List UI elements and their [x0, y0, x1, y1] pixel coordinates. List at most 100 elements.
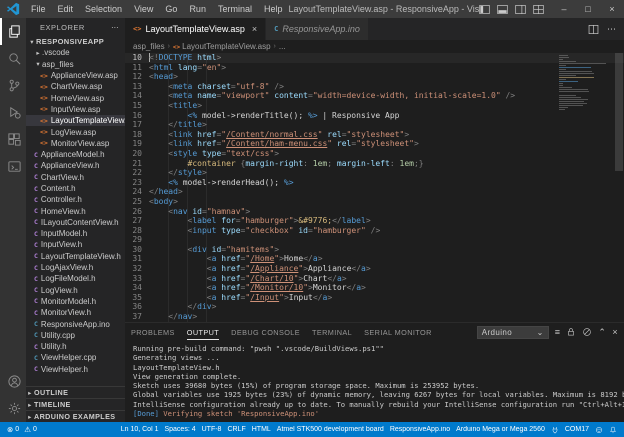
tree-item-Utility.h[interactable]: C Utility.h [26, 341, 125, 352]
status-item[interactable]: COM17 [565, 426, 589, 433]
tree-item-ChartView.h[interactable]: C ChartView.h [26, 172, 125, 183]
tree-item-LogFileModel.h[interactable]: C LogFileModel.h [26, 273, 125, 284]
menu-file[interactable]: File [25, 0, 52, 18]
explorer-icon[interactable] [0, 18, 26, 45]
maximize-button[interactable]: □ [576, 0, 600, 18]
tree-item-.vscode[interactable]: ▸ .vscode [26, 47, 125, 58]
run-debug-icon[interactable] [0, 99, 26, 126]
word-wrap-icon[interactable]: ≡ [555, 327, 561, 337]
tree-item-asp_files[interactable]: ▾ asp_files [26, 59, 125, 70]
status-error[interactable]: ⊗ 0 [7, 425, 19, 434]
tree-item-HomeView.h[interactable]: C HomeView.h [26, 205, 125, 216]
status-warning[interactable]: ⚠ 0 [24, 425, 37, 434]
minimap[interactable] [559, 55, 611, 111]
output-log[interactable]: Running pre-build command: "pwsh ".vscod… [125, 341, 624, 422]
code-content: <link href="/Content/ham-menu.css" rel="… [149, 139, 419, 149]
tree-item-LayoutTemplateView.h[interactable]: C LayoutTemplateView.h [26, 251, 125, 262]
tree-item-MonitorView.asp[interactable]: <> MonitorView.asp [26, 138, 125, 149]
editor-scrollbar[interactable] [615, 53, 623, 171]
output-channel-dropdown[interactable]: Arduino ⌄ [476, 325, 549, 339]
status-item-bell[interactable] [609, 426, 617, 434]
status-item[interactable]: Ln 10, Col 1 [121, 426, 159, 433]
code-token: link [173, 139, 193, 149]
menu-go[interactable]: Go [159, 0, 183, 18]
tree-item-HomeView.asp[interactable]: <> HomeView.asp [26, 92, 125, 103]
status-item-plug[interactable] [551, 426, 559, 434]
tree-item-ChartView.asp[interactable]: <> ChartView.asp [26, 81, 125, 92]
status-item[interactable]: Spaces: 4 [164, 426, 195, 433]
tree-item-ApplianceModel.h[interactable]: C ApplianceModel.h [26, 149, 125, 160]
tree-item-LogView.asp[interactable]: <> LogView.asp [26, 126, 125, 137]
tab-LayoutTemplateView.asp[interactable]: <> LayoutTemplateView.asp × [125, 18, 267, 40]
tree-item-ViewHelper.cpp[interactable]: C ViewHelper.cpp [26, 352, 125, 363]
minimap-line [559, 62, 607, 65]
tree-item-ILayoutContentView.h[interactable]: C ILayoutContentView.h [26, 217, 125, 228]
status-item[interactable]: Arduino Mega or Mega 2560 [456, 426, 545, 433]
maximize-panel-icon[interactable]: ⌃ [598, 327, 606, 337]
customize-layout-icon[interactable] [533, 4, 544, 15]
panel-tab-terminal[interactable]: TERMINAL [312, 325, 352, 340]
menu-edit[interactable]: Edit [52, 0, 80, 18]
section-timeline[interactable]: ▸ TIMELINE [26, 398, 125, 410]
extensions-icon[interactable] [0, 126, 26, 153]
minimize-button[interactable]: – [552, 0, 576, 18]
breadcrumb-item[interactable]: ... [279, 42, 286, 51]
breadcrumb-item[interactable]: asp_files [133, 42, 165, 51]
status-item[interactable]: HTML [252, 426, 271, 433]
tree-item-InputView.h[interactable]: C InputView.h [26, 239, 125, 250]
close-panel-icon[interactable]: × [612, 327, 618, 337]
split-editor-icon[interactable] [588, 24, 599, 35]
account-icon[interactable] [0, 368, 26, 395]
explorer-more-icon[interactable]: ⋯ [111, 23, 119, 32]
tree-item-ApplianceView.asp[interactable]: <> ApplianceView.asp [26, 70, 125, 81]
tree-item-ViewHelper.h[interactable]: C ViewHelper.h [26, 364, 125, 375]
output-segment: LayoutTemplateView.h [133, 362, 220, 372]
more-actions-icon[interactable]: ⋯ [607, 24, 616, 35]
close-button[interactable]: × [600, 0, 624, 18]
lock-scroll-icon[interactable] [566, 327, 576, 337]
code-editor[interactable]: 10 <!DOCTYPE html> 11 <html lang="en"> 12 <he… [125, 53, 624, 322]
tree-item-LayoutTemplateView.asp[interactable]: <>LayoutTemplateView.asp [26, 115, 125, 127]
tree-item-InputModel.h[interactable]: C InputModel.h [26, 228, 125, 239]
breadcrumb-item[interactable]: <> LayoutTemplateView.asp [173, 42, 271, 51]
settings-gear-icon[interactable] [0, 395, 26, 422]
arduino-serial-icon[interactable] [0, 153, 26, 180]
section-arduino-examples[interactable]: ▸ ARDUINO EXAMPLES [26, 410, 125, 422]
menu-view[interactable]: View [128, 0, 159, 18]
search-icon[interactable] [0, 45, 26, 72]
tree-item-MonitorView.h[interactable]: C MonitorView.h [26, 307, 125, 318]
tree-item-LogView.h[interactable]: C LogView.h [26, 285, 125, 296]
panel-tab-serial-monitor[interactable]: SERIAL MONITOR [364, 325, 432, 340]
tab-ResponsiveApp.ino[interactable]: C ResponsiveApp.ino [266, 18, 369, 40]
status-problems[interactable]: ⊗ 0 ⚠ 0 [7, 425, 37, 434]
section-outline[interactable]: ▸ OUTLINE [26, 386, 125, 398]
menu-run[interactable]: Run [183, 0, 212, 18]
status-item-feedback[interactable] [595, 426, 603, 434]
clear-output-icon[interactable] [582, 327, 592, 337]
toggle-sidebar-icon[interactable] [479, 4, 490, 15]
panel-tab-output[interactable]: OUTPUT [186, 325, 220, 340]
tree-item-MonitorModel.h[interactable]: C MonitorModel.h [26, 296, 125, 307]
panel-tab-debug-console[interactable]: DEBUG CONSOLE [231, 325, 300, 340]
tree-item-Utility.cpp[interactable]: C Utility.cpp [26, 330, 125, 341]
tree-item-LogAjaxView.h[interactable]: C LogAjaxView.h [26, 262, 125, 273]
menu-help[interactable]: Help [258, 0, 289, 18]
tree-item-ResponsiveApp.ino[interactable]: C ResponsiveApp.ino [26, 318, 125, 329]
toggle-secondary-sidebar-icon[interactable] [515, 4, 526, 15]
close-tab-icon[interactable]: × [252, 24, 257, 34]
status-item[interactable]: Atmel STK500 development board [277, 426, 384, 433]
panel-tab-problems[interactable]: PROBLEMS [131, 325, 175, 340]
tree-item-Content.h[interactable]: C Content.h [26, 183, 125, 194]
toggle-panel-icon[interactable] [497, 4, 508, 15]
menu-selection[interactable]: Selection [79, 0, 128, 18]
status-item[interactable]: CRLF [227, 426, 245, 433]
source-control-icon[interactable] [0, 72, 26, 99]
tree-item-Controller.h[interactable]: C Controller.h [26, 194, 125, 205]
status-item[interactable]: ResponsiveApp.ino [390, 426, 450, 433]
menu-terminal[interactable]: Terminal [212, 0, 258, 18]
tree-item-RESPONSIVEAPP[interactable]: ▾ RESPONSIVEAPP [26, 36, 125, 47]
tree-item-ApplianceView.h[interactable]: C ApplianceView.h [26, 160, 125, 171]
h-file-icon: C [34, 308, 38, 317]
tree-item-InputView.asp[interactable]: <> InputView.asp [26, 104, 125, 115]
status-item[interactable]: UTF-8 [202, 426, 222, 433]
